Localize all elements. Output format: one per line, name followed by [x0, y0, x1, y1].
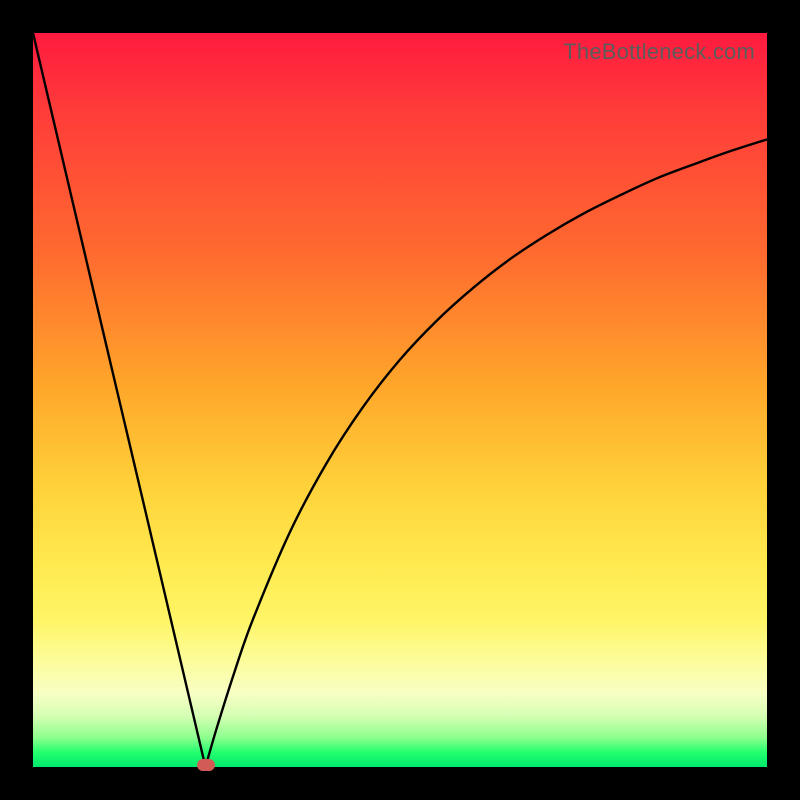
curve-path [33, 33, 767, 767]
bottleneck-curve [33, 33, 767, 767]
minimum-marker [197, 759, 215, 771]
chart-frame: TheBottleneck.com [0, 0, 800, 800]
plot-area: TheBottleneck.com [33, 33, 767, 767]
